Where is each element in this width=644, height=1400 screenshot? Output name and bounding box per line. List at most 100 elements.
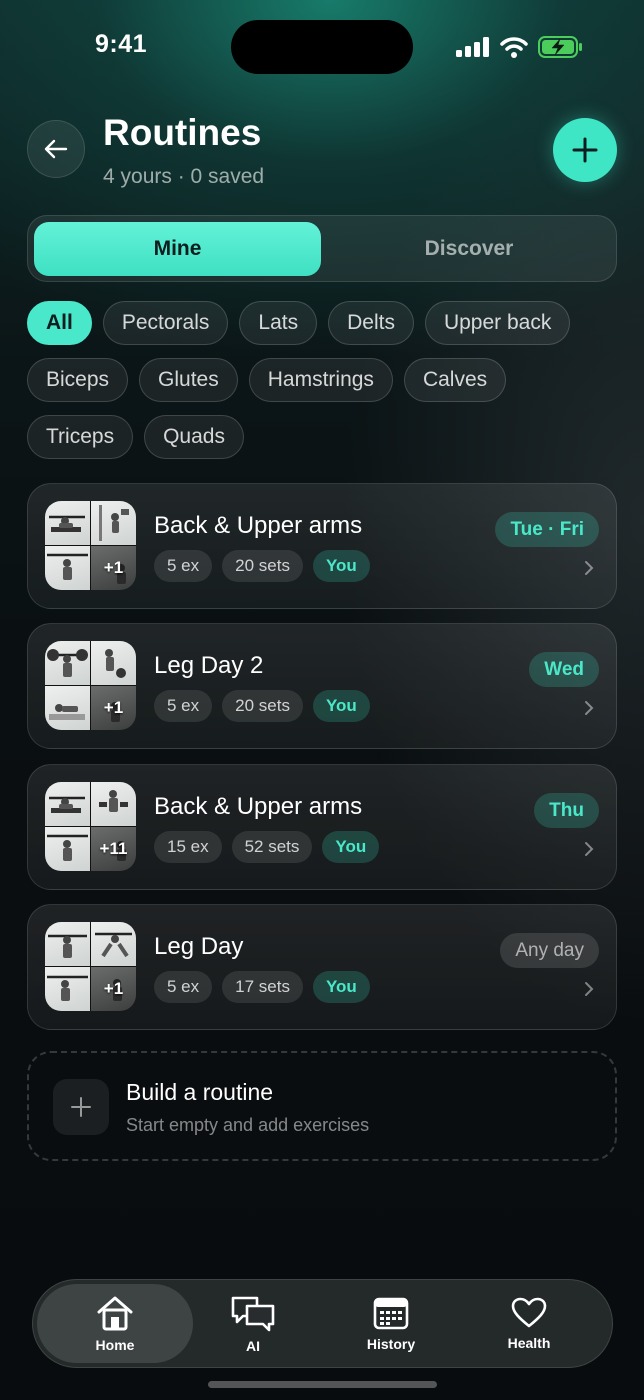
set-count: 20 sets xyxy=(222,550,303,582)
exercise-thumbnail xyxy=(45,641,90,685)
routine-card[interactable]: +1 Back & Upper arms 5 ex 20 sets You Tu… xyxy=(27,483,617,609)
chip-upper-back[interactable]: Upper back xyxy=(424,301,571,345)
chip-all[interactable]: All xyxy=(27,301,92,345)
exercise-thumbnail xyxy=(91,641,136,685)
exercise-count: 5 ex xyxy=(154,690,213,722)
segment-mine[interactable]: Mine xyxy=(34,222,321,276)
signal-icon xyxy=(456,37,489,57)
routine-card[interactable]: +1 Leg Day 5 ex 17 sets You Any day xyxy=(27,904,617,1030)
exercise-thumbnail xyxy=(91,922,136,966)
tab-health[interactable]: Health xyxy=(459,1284,599,1363)
plus-icon xyxy=(71,1097,91,1117)
page-title: Routines xyxy=(103,112,262,153)
routine-title: Back & Upper arms xyxy=(154,793,363,820)
chip-calves[interactable]: Calves xyxy=(403,358,507,402)
build-title: Build a routine xyxy=(126,1079,274,1105)
routine-stats: 5 ex 17 sets You xyxy=(154,971,370,1003)
chat-icon xyxy=(231,1296,275,1331)
tab-label: Health xyxy=(507,1334,551,1351)
schedule-badge: Thu xyxy=(534,793,599,828)
owner-badge: You xyxy=(322,831,380,863)
chip-quads[interactable]: Quads xyxy=(144,415,244,459)
exercise-thumbnail: +1 xyxy=(91,546,136,590)
chevron-right-icon xyxy=(585,701,594,715)
chip-lats[interactable]: Lats xyxy=(239,301,318,345)
wifi-icon xyxy=(500,37,528,58)
exercise-count: 15 ex xyxy=(154,831,222,863)
routine-stats: 15 ex 52 sets You xyxy=(154,831,380,863)
chip-delts[interactable]: Delts xyxy=(328,301,414,345)
filter-chips-row-2: Biceps Glutes Hamstrings Calves xyxy=(27,358,507,402)
schedule-badge: Any day xyxy=(500,933,599,968)
segmented-control: Mine Discover xyxy=(27,215,617,282)
more-count: +11 xyxy=(99,839,128,858)
tab-label: Home xyxy=(95,1336,135,1353)
owner-badge: You xyxy=(312,690,370,722)
more-count: +1 xyxy=(103,698,124,717)
routine-card[interactable]: +1 Leg Day 2 5 ex 20 sets You Wed xyxy=(27,623,617,749)
dynamic-island xyxy=(231,20,413,74)
filter-chips-row-3: Triceps Quads xyxy=(27,415,244,459)
tab-label: History xyxy=(366,1335,416,1352)
exercise-thumbnail xyxy=(45,967,90,1011)
tab-bar: Home AI History Health xyxy=(32,1279,613,1368)
owner-badge: You xyxy=(312,971,370,1003)
tab-history[interactable]: History xyxy=(321,1284,461,1363)
routine-title: Leg Day 2 xyxy=(154,652,264,679)
routine-title: Leg Day xyxy=(154,933,244,960)
calendar-icon xyxy=(373,1297,409,1329)
plus-icon xyxy=(572,137,598,163)
exercise-thumbnail: +1 xyxy=(91,686,136,730)
exercise-thumbnails: +1 xyxy=(45,501,136,590)
add-routine-button[interactable] xyxy=(553,118,617,182)
chevron-right-icon xyxy=(585,982,594,996)
page-subtitle: 4 yours · 0 saved xyxy=(103,165,265,188)
segment-discover[interactable]: Discover xyxy=(328,222,610,276)
status-time: 9:41 xyxy=(95,30,148,58)
exercise-thumbnail xyxy=(91,782,136,826)
exercise-thumbnail xyxy=(45,546,90,590)
set-count: 52 sets xyxy=(231,831,313,863)
chevron-right-icon xyxy=(585,561,594,575)
chip-pectorals[interactable]: Pectorals xyxy=(102,301,229,345)
battery-icon xyxy=(538,36,582,58)
schedule-badge: Wed xyxy=(529,652,599,687)
status-icons xyxy=(456,34,584,60)
home-indicator xyxy=(208,1381,437,1388)
exercise-thumbnail xyxy=(45,827,90,871)
chip-biceps[interactable]: Biceps xyxy=(27,358,129,402)
build-plus-button xyxy=(53,1079,109,1135)
filter-chips-row-1: All Pectorals Lats Delts Upper back xyxy=(27,301,571,345)
routine-card[interactable]: +11 Back & Upper arms 15 ex 52 sets You … xyxy=(27,764,617,890)
exercise-count: 5 ex xyxy=(154,971,213,1003)
exercise-count: 5 ex xyxy=(154,550,213,582)
exercise-thumbnails: +11 xyxy=(45,782,136,871)
back-button[interactable] xyxy=(27,120,85,178)
tab-home[interactable]: Home xyxy=(37,1284,193,1363)
tab-ai[interactable]: AI xyxy=(183,1284,323,1363)
exercise-thumbnail: +11 xyxy=(91,827,136,871)
exercise-thumbnail xyxy=(45,501,90,545)
more-count: +1 xyxy=(103,979,124,998)
tab-label: AI xyxy=(246,1337,260,1354)
exercise-thumbnails: +1 xyxy=(45,641,136,730)
routine-stats: 5 ex 20 sets You xyxy=(154,690,370,722)
schedule-badge: Tue · Fri xyxy=(495,512,599,547)
routine-title: Back & Upper arms xyxy=(154,512,363,539)
exercise-thumbnail xyxy=(45,922,90,966)
chevron-right-icon xyxy=(585,842,594,856)
exercise-thumbnail: +1 xyxy=(91,967,136,1011)
chip-triceps[interactable]: Triceps xyxy=(27,415,134,459)
set-count: 20 sets xyxy=(222,690,303,722)
back-arrow-icon xyxy=(44,139,68,159)
routine-stats: 5 ex 20 sets You xyxy=(154,550,370,582)
chip-hamstrings[interactable]: Hamstrings xyxy=(248,358,393,402)
heart-icon xyxy=(511,1297,547,1327)
build-subtitle: Start empty and add exercises xyxy=(126,1115,370,1135)
exercise-thumbnails: +1 xyxy=(45,922,136,1011)
set-count: 17 sets xyxy=(222,971,303,1003)
owner-badge: You xyxy=(312,550,370,582)
chip-glutes[interactable]: Glutes xyxy=(139,358,238,402)
exercise-thumbnail xyxy=(45,686,90,730)
build-routine-card[interactable]: Build a routine Start empty and add exer… xyxy=(27,1051,617,1161)
